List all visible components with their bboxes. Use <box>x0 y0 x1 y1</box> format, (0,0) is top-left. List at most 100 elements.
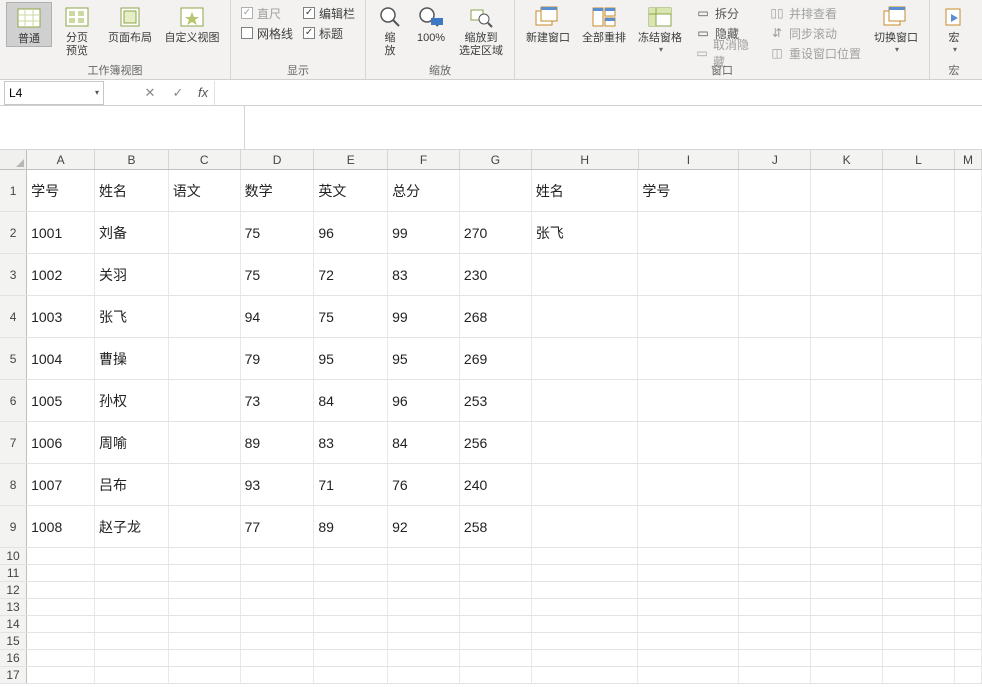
cell[interactable] <box>27 616 95 632</box>
cell[interactable] <box>739 599 811 615</box>
cell[interactable] <box>27 548 95 564</box>
cell[interactable]: 学号 <box>638 170 739 211</box>
cell[interactable] <box>739 338 811 379</box>
row-header[interactable]: 11 <box>0 565 27 581</box>
cell[interactable] <box>169 506 241 547</box>
col-header[interactable]: A <box>27 150 95 169</box>
cell[interactable] <box>739 506 811 547</box>
cell[interactable]: 75 <box>241 254 315 295</box>
cell[interactable] <box>638 548 739 564</box>
cell[interactable] <box>388 548 460 564</box>
cell[interactable] <box>811 254 883 295</box>
cell[interactable] <box>532 667 639 683</box>
cell[interactable] <box>27 633 95 649</box>
cell[interactable]: 72 <box>314 254 388 295</box>
cell[interactable] <box>314 599 388 615</box>
cell[interactable]: 83 <box>388 254 460 295</box>
col-header[interactable]: F <box>388 150 460 169</box>
cell[interactable] <box>27 667 95 683</box>
confirm-formula-button[interactable]: ✓ <box>164 85 192 101</box>
cell[interactable]: 256 <box>460 422 532 463</box>
cell[interactable] <box>169 599 241 615</box>
cell[interactable] <box>883 464 955 505</box>
cell[interactable] <box>883 212 955 253</box>
zoom-selection-button[interactable]: 缩放到 选定区域 <box>454 2 508 58</box>
cell[interactable] <box>241 565 315 581</box>
name-box[interactable]: L4 ▾ <box>4 81 104 105</box>
cell[interactable]: 270 <box>460 212 532 253</box>
cell[interactable] <box>739 212 811 253</box>
cell[interactable] <box>739 582 811 598</box>
cell[interactable] <box>883 296 955 337</box>
cell[interactable] <box>460 616 532 632</box>
gridlines-checkbox[interactable]: 网格线 <box>241 24 293 42</box>
cell[interactable] <box>883 380 955 421</box>
cell[interactable] <box>811 338 883 379</box>
cell[interactable] <box>95 548 169 564</box>
cell[interactable] <box>955 565 982 581</box>
cell[interactable] <box>27 565 95 581</box>
cell[interactable]: 99 <box>388 296 460 337</box>
cell[interactable] <box>739 422 811 463</box>
formula-bar-checkbox[interactable]: ✓ 编辑栏 <box>303 4 355 22</box>
cell[interactable] <box>241 599 315 615</box>
cell[interactable]: 姓名 <box>95 170 169 211</box>
cell[interactable] <box>460 548 532 564</box>
cell[interactable] <box>883 548 955 564</box>
cell[interactable] <box>811 650 883 666</box>
cell[interactable] <box>955 422 982 463</box>
cell[interactable]: 75 <box>314 296 388 337</box>
cell[interactable] <box>883 582 955 598</box>
cell[interactable] <box>241 633 315 649</box>
cell[interactable] <box>739 633 811 649</box>
cell[interactable] <box>811 170 883 211</box>
col-header[interactable]: M <box>955 150 982 169</box>
cell[interactable] <box>883 422 955 463</box>
cell[interactable]: 曹操 <box>95 338 169 379</box>
cell[interactable] <box>532 380 639 421</box>
cell[interactable] <box>388 650 460 666</box>
cell[interactable]: 总分 <box>388 170 460 211</box>
switch-window-button[interactable]: 切换窗口 ▾ <box>869 2 923 54</box>
cell[interactable] <box>739 667 811 683</box>
row-header[interactable]: 8 <box>0 464 27 505</box>
cell[interactable]: 258 <box>460 506 532 547</box>
cell[interactable] <box>811 506 883 547</box>
cell[interactable]: 268 <box>460 296 532 337</box>
cell[interactable] <box>955 506 982 547</box>
cell[interactable] <box>883 667 955 683</box>
row-header[interactable]: 3 <box>0 254 27 295</box>
cell[interactable] <box>739 254 811 295</box>
col-header[interactable]: G <box>460 150 532 169</box>
col-header[interactable]: I <box>639 150 740 169</box>
cell[interactable] <box>811 380 883 421</box>
cell[interactable] <box>739 616 811 632</box>
cell[interactable]: 1007 <box>27 464 95 505</box>
cell[interactable] <box>532 565 639 581</box>
cell[interactable]: 83 <box>314 422 388 463</box>
cell[interactable] <box>811 212 883 253</box>
cell[interactable] <box>314 548 388 564</box>
cell[interactable] <box>883 565 955 581</box>
cell[interactable] <box>169 296 241 337</box>
formula-input[interactable] <box>214 81 982 105</box>
row-header[interactable]: 6 <box>0 380 27 421</box>
cell[interactable] <box>388 565 460 581</box>
cell[interactable]: 93 <box>241 464 315 505</box>
row-header[interactable]: 17 <box>0 667 27 683</box>
cell[interactable]: 吕布 <box>95 464 169 505</box>
cell[interactable] <box>169 380 241 421</box>
cell[interactable]: 1001 <box>27 212 95 253</box>
col-header[interactable]: D <box>241 150 315 169</box>
cell[interactable] <box>638 254 739 295</box>
freeze-panes-button[interactable]: 冻结窗格 ▾ <box>633 2 687 54</box>
cell[interactable] <box>388 616 460 632</box>
cell[interactable]: 英文 <box>314 170 388 211</box>
cell[interactable]: 75 <box>241 212 315 253</box>
cancel-formula-button[interactable]: ✕ <box>136 85 164 101</box>
cell[interactable] <box>532 650 639 666</box>
cell[interactable] <box>532 616 639 632</box>
cell[interactable] <box>169 254 241 295</box>
cell[interactable] <box>27 582 95 598</box>
cell[interactable] <box>460 650 532 666</box>
